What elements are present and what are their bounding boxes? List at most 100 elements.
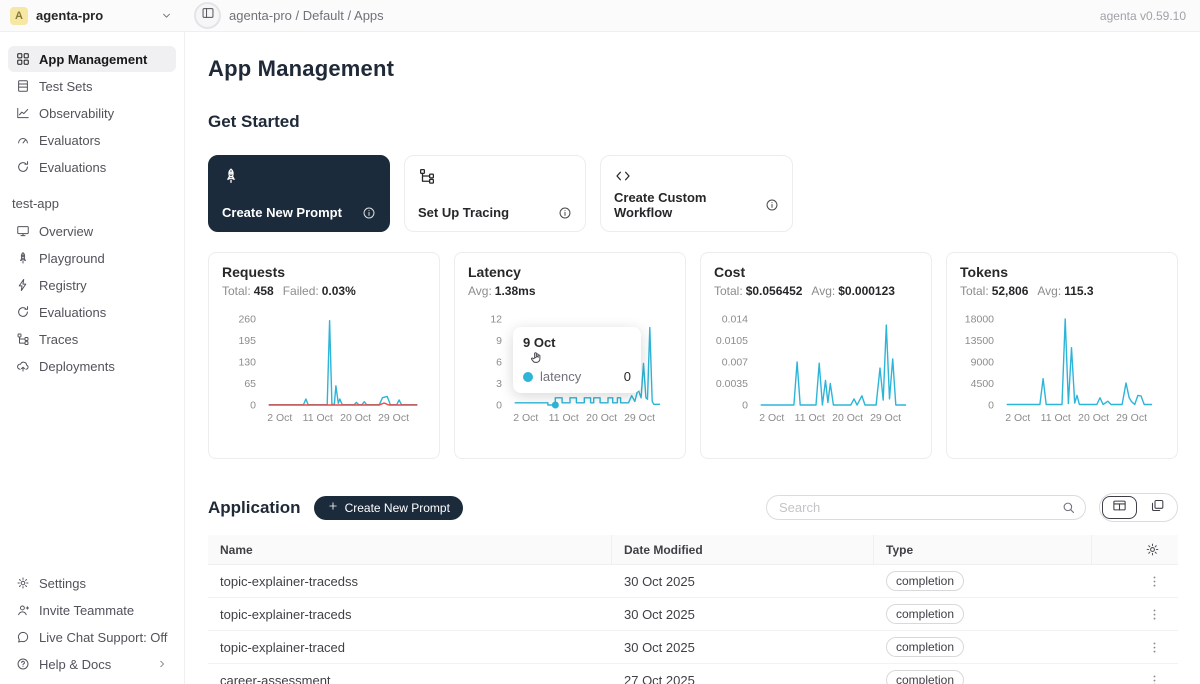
get-started-card-set-up-tracing[interactable]: Set Up Tracing	[404, 155, 586, 232]
sidebar-item-label: Deployments	[39, 359, 115, 374]
table-row[interactable]: topic-explainer-traced 30 Oct 2025 compl…	[208, 631, 1178, 664]
tooltip-date: 9 Oct	[523, 335, 631, 350]
info-icon[interactable]	[558, 206, 572, 220]
sidebar-project-label: test-app	[8, 196, 176, 211]
chart-card-cost: Cost Total:$0.056452Avg:$0.000123 00.003…	[700, 252, 932, 459]
dots-vertical-icon	[1147, 607, 1162, 622]
breadcrumb[interactable]: agenta-pro / Default / Apps	[229, 8, 384, 23]
sidebar-item-overview[interactable]: Overview	[8, 218, 176, 244]
sidebar-item-deployments[interactable]: Deployments	[8, 353, 176, 379]
plus-icon	[327, 500, 339, 515]
search-input[interactable]	[766, 495, 1086, 520]
card-view-icon	[1150, 498, 1165, 518]
rocket-icon	[222, 167, 240, 185]
sidebar-item-label: App Management	[39, 52, 147, 67]
sidebar-item-label: Invite Teammate	[39, 603, 134, 618]
type-badge: completion	[886, 670, 964, 684]
sidebar-item-settings[interactable]: Settings	[8, 570, 176, 596]
bolt-icon	[16, 278, 30, 292]
table-row[interactable]: career-assessment 27 Oct 2025 completion	[208, 664, 1178, 684]
series-cost	[761, 325, 906, 405]
tree-icon	[16, 332, 30, 346]
sidebar-item-test-sets[interactable]: Test Sets	[8, 73, 176, 99]
get-started-card-create-new-prompt[interactable]: Create New Prompt	[208, 155, 390, 232]
sidebar-item-label: Live Chat Support: Off	[39, 630, 167, 645]
sidebar-item-label: Test Sets	[39, 79, 92, 94]
chart-plot[interactable]: 0651301952602 Oct11 Oct20 Oct29 Oct	[222, 303, 426, 431]
info-icon[interactable]	[362, 206, 376, 220]
get-started-cards: Create New Prompt Set Up Tracing Create …	[208, 155, 1178, 232]
stat-label: Avg:	[1037, 284, 1061, 298]
sidebar-item-label: Evaluations	[39, 160, 106, 175]
tooltip-value: 0	[624, 369, 631, 384]
svg-text:2 Oct: 2 Oct	[759, 412, 784, 424]
gear-icon	[1145, 542, 1160, 557]
sidebar-toggle-button[interactable]	[194, 2, 221, 29]
svg-text:0: 0	[496, 400, 502, 412]
svg-text:0.007: 0.007	[722, 357, 748, 369]
svg-text:11 Oct: 11 Oct	[549, 412, 579, 424]
main-content: App Management Get Started Create New Pr…	[185, 32, 1200, 684]
chart-plot[interactable]: 00.00350.0070.01050.0142 Oct11 Oct20 Oct…	[714, 303, 918, 431]
chart-card-requests: Requests Total:458Failed:0.03% 065130195…	[208, 252, 440, 459]
table-settings-button[interactable]	[1145, 542, 1160, 557]
svg-text:195: 195	[238, 335, 256, 347]
workspace-avatar: A	[10, 7, 28, 25]
sidebar-item-evaluations[interactable]: Evaluations	[8, 299, 176, 325]
svg-text:29 Oct: 29 Oct	[1116, 412, 1147, 424]
svg-text:11 Oct: 11 Oct	[1041, 412, 1071, 424]
table-row[interactable]: topic-explainer-traceds 30 Oct 2025 comp…	[208, 598, 1178, 631]
sidebar-item-playground[interactable]: Playground	[8, 245, 176, 271]
series-tokens	[1007, 319, 1152, 405]
page-title: App Management	[208, 56, 1178, 82]
help-icon	[16, 657, 30, 671]
cell-name: topic-explainer-tracedss	[208, 574, 612, 589]
info-icon	[362, 206, 376, 220]
sidebar-item-live-chat-support-off[interactable]: Live Chat Support: Off	[8, 624, 176, 650]
info-icon[interactable]	[765, 198, 779, 212]
top-bar: A agenta-pro agenta-pro / Default / Apps…	[0, 0, 1200, 32]
chart-card-latency: Latency Avg:1.38ms 0369122 Oct11 Oct20 O…	[454, 252, 686, 459]
table-row[interactable]: topic-explainer-tracedss 30 Oct 2025 com…	[208, 565, 1178, 598]
cell-type: completion	[874, 571, 1092, 591]
stat-label: Avg:	[468, 284, 492, 298]
sidebar-item-traces[interactable]: Traces	[8, 326, 176, 352]
search-icon	[1061, 500, 1076, 515]
sidebar-item-evaluations[interactable]: Evaluations	[8, 154, 176, 180]
row-menu-button[interactable]	[1145, 638, 1164, 657]
column-header-type: Type	[874, 535, 1092, 564]
get-started-card-create-custom-workflow[interactable]: Create Custom Workflow	[600, 155, 793, 232]
sidebar-item-invite-teammate[interactable]: Invite Teammate	[8, 597, 176, 623]
row-menu-button[interactable]	[1145, 671, 1164, 684]
cell-type: completion	[874, 637, 1092, 657]
chart-title: Latency	[468, 264, 672, 280]
workspace-switcher[interactable]: A agenta-pro	[0, 7, 185, 25]
create-new-prompt-button[interactable]: Create New Prompt	[314, 496, 463, 520]
svg-text:2 Oct: 2 Oct	[513, 412, 538, 424]
sidebar-item-help-docs[interactable]: Help & Docs	[8, 651, 176, 677]
code-icon	[614, 167, 632, 185]
panel-icon	[201, 6, 215, 20]
sidebar-item-app-management[interactable]: App Management	[8, 46, 176, 72]
cell-date-modified: 30 Oct 2025	[612, 607, 874, 622]
card-view-button[interactable]	[1140, 496, 1175, 519]
sidebar-item-observability[interactable]: Observability	[8, 100, 176, 126]
svg-text:3: 3	[496, 378, 502, 390]
dots-vertical-icon	[1147, 640, 1162, 655]
card-label: Set Up Tracing	[418, 205, 509, 220]
row-menu-button[interactable]	[1145, 572, 1164, 591]
sidebar-item-label: Playground	[39, 251, 105, 266]
sidebar-item-label: Settings	[39, 576, 86, 591]
stat-value: $0.000123	[838, 284, 895, 298]
sidebar-item-label: Overview	[39, 224, 93, 239]
metric-charts: Requests Total:458Failed:0.03% 065130195…	[208, 252, 1178, 459]
search-box	[766, 495, 1086, 520]
row-menu-button[interactable]	[1145, 605, 1164, 624]
table-view-button[interactable]	[1102, 496, 1137, 519]
sidebar-item-evaluators[interactable]: Evaluators	[8, 127, 176, 153]
sidebar-item-registry[interactable]: Registry	[8, 272, 176, 298]
chart-plot[interactable]: 04500900013500180002 Oct11 Oct20 Oct29 O…	[960, 303, 1164, 431]
chat-icon	[16, 630, 30, 644]
table-body: topic-explainer-tracedss 30 Oct 2025 com…	[208, 565, 1178, 684]
search-icon[interactable]	[1061, 500, 1076, 515]
